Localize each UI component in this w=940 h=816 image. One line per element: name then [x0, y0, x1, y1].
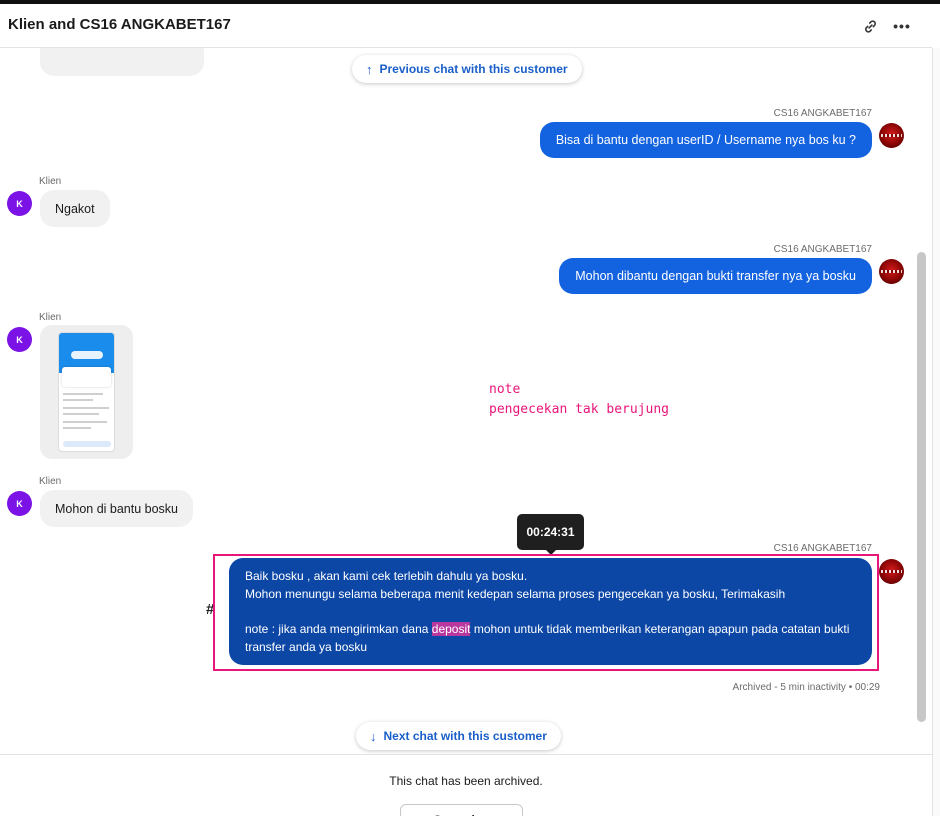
agent-avatar [879, 123, 904, 148]
archived-status: Archived - 5 min inactivity • 00:29 [732, 682, 880, 693]
message-line: Baik bosku , akan kami cek terlebih dahu… [245, 569, 528, 583]
archived-notice: This chat has been archived. [389, 774, 543, 788]
chat-footer: This chat has been archived. Save chat [0, 754, 932, 816]
next-chat-button[interactable]: ↓ Next chat with this customer [356, 722, 561, 750]
annotation-line-2: pengecekan tak berujung [489, 402, 670, 417]
avatar: K [7, 491, 32, 516]
message-bubble: Bisa di bantu dengan userID / Username n… [539, 122, 872, 158]
chat-title: Klien and CS16 ANGKABET167 [8, 16, 231, 33]
timestamp-tooltip: 00:24:31 [517, 514, 584, 550]
message-sender: Klien [39, 476, 62, 487]
message-line: Mohon menungu selama beberapa menit kede… [245, 587, 786, 601]
arrow-down-icon: ↓ [370, 728, 377, 744]
avatar: K [7, 191, 32, 216]
next-chat-label: Next chat with this customer [383, 729, 547, 743]
agent-avatar [879, 559, 904, 584]
message-bubble: Ngakot [40, 190, 110, 227]
scrollbar-thumb[interactable] [917, 252, 926, 722]
message-bubble-partial [40, 48, 204, 76]
message-bubble-highlighted: Baik bosku , akan kami cek terlebih dahu… [229, 558, 872, 665]
agent-avatar [879, 259, 904, 284]
link-icon[interactable] [858, 14, 882, 38]
save-chat-button[interactable]: Save chat [400, 804, 523, 816]
arrow-up-icon: ↑ [366, 61, 373, 77]
message-sender: Klien [39, 176, 62, 187]
previous-chat-label: Previous chat with this customer [379, 62, 568, 76]
annotation-note: note pengecekan tak berujung [489, 380, 669, 420]
message-sender: CS16 ANGKABET167 [773, 543, 872, 554]
message-sender: CS16 ANGKABET167 [773, 108, 872, 119]
message-sender: Klien [39, 312, 62, 323]
message-bubble: Mohon di bantu bosku [40, 490, 194, 527]
message-line: note : jika anda mengirimkan dana deposi… [245, 622, 850, 636]
highlighted-word: deposit [431, 622, 471, 636]
more-horizontal-icon[interactable]: ••• [890, 14, 914, 38]
message-bubble: Mohon dibantu dengan bukti transfer nya … [559, 258, 872, 294]
image-attachment[interactable] [40, 325, 133, 459]
annotation-line-1: note [489, 382, 521, 397]
side-panel-edge [932, 48, 940, 816]
chat-header: Klien and CS16 ANGKABET167 ••• [0, 4, 932, 48]
message-sender: CS16 ANGKABET167 [773, 244, 872, 255]
message-line: transfer anda ya bosku [245, 640, 368, 654]
avatar: K [7, 327, 32, 352]
previous-chat-button[interactable]: ↑ Previous chat with this customer [352, 55, 582, 83]
transfer-receipt-thumbnail [58, 332, 115, 452]
